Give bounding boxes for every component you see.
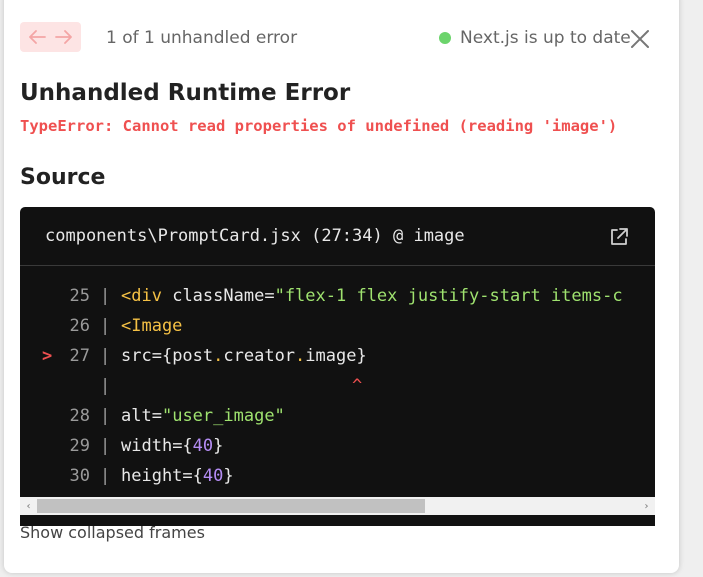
source-file-path[interactable]: components\PromptCard.jsx (27:34) @ imag…: [45, 226, 465, 246]
arrow-right-icon: [54, 30, 73, 44]
code-frame-header: components\PromptCard.jsx (27:34) @ imag…: [20, 207, 655, 266]
error-message: TypeError: Cannot read properties of und…: [20, 117, 618, 135]
line-code: height={40}: [121, 466, 234, 486]
error-pagination: 1 of 1 unhandled error: [106, 28, 298, 48]
line-gutter: |: [100, 436, 111, 456]
arrow-left-icon: [28, 30, 47, 44]
line-gutter: |: [100, 286, 111, 306]
line-number: 30: [69, 466, 90, 486]
line-code: <Image: [121, 316, 183, 336]
line-code: <div className="flex-1 flex justify-star…: [121, 286, 623, 306]
line-number: 27: [69, 346, 90, 366]
error-title: Unhandled Runtime Error: [20, 80, 351, 106]
version-status-text: Next.js is up to date: [460, 28, 631, 48]
scroll-right-icon[interactable]: ›: [638, 497, 655, 515]
code-lines: 25 | <div className="flex-1 flex justify…: [20, 281, 655, 491]
error-navigation: [20, 22, 81, 52]
line-number: 28: [69, 406, 90, 426]
line-gutter: |: [100, 406, 111, 426]
line-gutter: |: [100, 346, 111, 366]
version-status: Next.js is up to date: [439, 26, 631, 50]
status-dot-icon: [439, 32, 451, 44]
external-link-icon: [608, 228, 630, 252]
code-line: 30 | height={40}: [20, 461, 655, 491]
horizontal-scrollbar[interactable]: ‹ ›: [20, 497, 655, 515]
close-icon: [628, 30, 652, 55]
line-code: width={40}: [121, 436, 224, 456]
line-number: 29: [69, 436, 90, 456]
line-gutter: |: [100, 316, 111, 336]
line-marker: >: [42, 346, 53, 366]
scrollbar-thumb[interactable]: [37, 499, 425, 513]
line-gutter: |: [100, 376, 111, 396]
line-number: 25: [69, 286, 90, 306]
source-heading: Source: [20, 165, 106, 190]
open-in-editor-button[interactable]: [608, 226, 630, 248]
code-line: 25 | <div className="flex-1 flex justify…: [20, 281, 655, 311]
show-collapsed-frames-button[interactable]: Show collapsed frames: [20, 523, 205, 542]
code-line: | ^: [20, 371, 655, 401]
code-line: 29 | width={40}: [20, 431, 655, 461]
previous-error-button[interactable]: [25, 25, 49, 49]
code-line: > 27 | src={post.creator.image}: [20, 341, 655, 371]
scroll-left-icon[interactable]: ‹: [20, 497, 37, 515]
line-number: 26: [69, 316, 90, 336]
line-gutter: |: [100, 466, 111, 486]
line-code: alt="user_image": [121, 406, 285, 426]
close-button[interactable]: [628, 27, 652, 51]
line-code: src={post.creator.image}: [121, 346, 367, 366]
code-line: 28 | alt="user_image": [20, 401, 655, 431]
error-caret: ^: [352, 376, 363, 396]
code-frame: components\PromptCard.jsx (27:34) @ imag…: [20, 207, 655, 526]
next-error-button[interactable]: [52, 25, 76, 49]
code-line: 26 | <Image: [20, 311, 655, 341]
